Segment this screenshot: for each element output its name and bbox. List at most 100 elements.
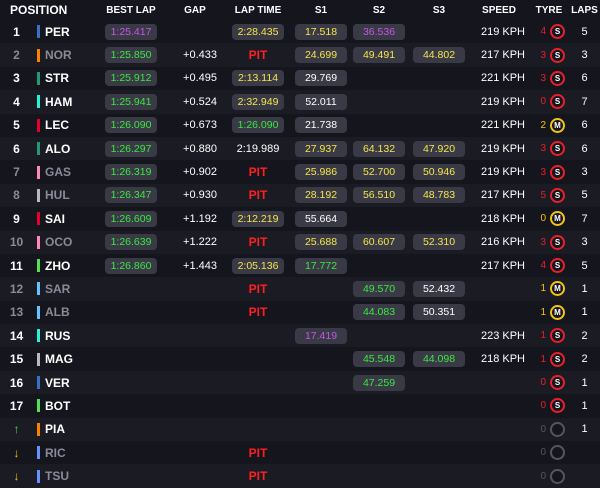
table-row[interactable]: ↓ RIC PIT 0: [0, 441, 600, 465]
tyre-cell: 5S: [529, 187, 569, 203]
team-color-bar: [37, 422, 40, 436]
header-position[interactable]: POSITION: [0, 3, 95, 17]
driver-cell: GAS: [33, 165, 95, 179]
table-row[interactable]: 12 SAR PIT 49.570 52.432 1 M 1: [0, 277, 600, 301]
best-lap-cell: 1:25.417: [95, 23, 167, 40]
table-row[interactable]: 4 HAM 1:25.941 +0.524 2:32.949 52.011 219 KPH 0…: [0, 90, 600, 114]
team-color-bar: [37, 118, 40, 132]
best-lap-value: 1:26.609: [105, 210, 157, 227]
best-lap-value: 1:25.912: [105, 70, 157, 87]
position-cell: 11: [0, 259, 33, 273]
soft-tyre-icon: S: [550, 258, 565, 274]
tyre-cell: 3S: [529, 70, 569, 86]
header-s3[interactable]: S3: [409, 5, 469, 16]
table-row[interactable]: 8 HUL 1:26.347 +0.930 PIT 28.192 56.510 48.783 2…: [0, 183, 600, 208]
gap-value: +0.433: [183, 49, 217, 62]
table-row[interactable]: 13 ALB PIT 44.083 50.351 1 M 1: [0, 300, 600, 325]
table-row[interactable]: ↑ PIA 0 1: [0, 417, 600, 442]
laps-value: 1: [581, 423, 588, 436]
best-lap-value: 1:26.347: [105, 187, 157, 204]
table-row[interactable]: 7 GAS 1:26.319 +0.902 PIT 25.986 52.700 50.946 2…: [0, 160, 600, 184]
pit-indicator: PIT: [248, 445, 268, 460]
table-row[interactable]: 9 SAI 1:26.609 +1.192 2:12.219 55.664 218 KPH 0…: [0, 207, 600, 231]
gap-cell: +0.673: [167, 119, 223, 131]
speed-value: 219 KPH: [480, 25, 525, 38]
laps-value: 1: [581, 399, 588, 412]
header-laps[interactable]: LAPS: [569, 5, 600, 16]
speed-value: 219 KPH: [480, 142, 525, 155]
table-row[interactable]: 16 VER 47.259 0 S 1: [0, 370, 600, 395]
tyre-cell: 0S: [529, 375, 569, 391]
position-number: 8: [13, 188, 20, 203]
sector1-cell: 24.699: [293, 47, 349, 64]
speed-value: 217 KPH: [480, 49, 525, 62]
sector2-cell: 45.548: [349, 351, 409, 368]
soft-tyre-icon: S: [550, 70, 565, 86]
lap-time-cell: PIT: [223, 305, 293, 319]
best-lap-cell: 1:26.639: [95, 234, 167, 251]
sector1-value: 29.769: [295, 70, 347, 87]
position-cell: ↓: [0, 446, 33, 460]
table-row[interactable]: 17 BOT 0 S 1: [0, 394, 600, 418]
header-tyre[interactable]: TYRE: [529, 5, 569, 16]
tyre-age: 4: [540, 26, 546, 38]
lap-time-value: 2:32.949: [232, 93, 284, 110]
timing-board: POSITION BEST LAP GAP LAP TIME S1 S2 S3 …: [0, 0, 600, 488]
table-row[interactable]: 1 PER 1:25.417 2:28.435 17.518 36.536 219 KPH 4…: [0, 20, 600, 44]
tyre-age: 0: [540, 423, 546, 435]
table-row[interactable]: 14 RUS 17.419 223 KPH 1 S 2: [0, 324, 600, 348]
table-row[interactable]: 3 STR 1:25.912 +0.495 2:13.114 29.769 221 KPH 3…: [0, 66, 600, 91]
table-row[interactable]: 5 LEC 1:26.090 +0.673 1:26.090 21.738 221 KPH 2…: [0, 113, 600, 137]
table-row[interactable]: 10 OCO 1:26.639 +1.222 PIT 25.688 60.607 52.310…: [0, 230, 600, 254]
position-down-icon: ↓: [13, 469, 20, 484]
best-lap-cell: 1:25.850: [95, 47, 167, 64]
lap-time-value: 2:13.114: [232, 70, 284, 87]
header-speed[interactable]: SPEED: [469, 5, 529, 16]
header-best-lap[interactable]: BEST LAP: [95, 5, 167, 16]
header-lap-time[interactable]: LAP TIME: [223, 5, 293, 16]
header-s1[interactable]: S1: [293, 5, 349, 16]
driver-code: ALO: [45, 141, 71, 156]
driver-cell: PIA: [33, 422, 95, 436]
position-cell: 2: [0, 48, 33, 62]
position-cell: 1: [0, 25, 33, 39]
pit-indicator: PIT: [248, 48, 268, 63]
tyre-cell: 3S: [529, 234, 569, 250]
header-gap[interactable]: GAP: [167, 5, 223, 16]
position-cell: 14: [0, 329, 33, 343]
team-color-bar: [37, 282, 40, 296]
tyre-age: 4: [540, 260, 546, 272]
header-s2[interactable]: S2: [349, 5, 409, 16]
position-cell: 16: [0, 376, 33, 390]
tyre-age: 1: [540, 283, 546, 295]
table-row[interactable]: ↓ TSU PIT 0: [0, 464, 600, 488]
driver-code: RUS: [45, 328, 71, 343]
sector1-value: 21.738: [295, 117, 347, 134]
table-row[interactable]: 11 ZHO 1:26.860 +1.443 2:05.136 17.772 217 KPH…: [0, 253, 600, 278]
pit-indicator: PIT: [248, 165, 268, 180]
table-row[interactable]: 6 ALO 1:26.297 +0.880 2:19.989 27.937 64.132 47…: [0, 136, 600, 161]
lap-time-value: 1:26.090: [232, 117, 284, 134]
soft-tyre-icon: S: [550, 24, 565, 40]
driver-code: MAG: [45, 352, 73, 367]
speed-cell: 219 KPH: [469, 143, 529, 155]
table-row[interactable]: 15 MAG 45.548 44.098 218 KPH 1 S 2: [0, 347, 600, 371]
soft-tyre-icon: S: [550, 141, 565, 157]
driver-cell: SAI: [33, 212, 95, 226]
sector3-value: 44.802: [413, 47, 465, 64]
unknown-tyre-icon: [550, 468, 565, 484]
sector2-value: 56.510: [353, 187, 405, 204]
sector3-value: 50.946: [413, 164, 465, 181]
position-cell: 8: [0, 188, 33, 202]
position-number: 12: [9, 281, 24, 296]
tyre-age: 5: [540, 189, 546, 201]
sector2-cell: 49.570: [349, 280, 409, 297]
gap-cell: +1.192: [167, 213, 223, 225]
driver-code: TSU: [45, 469, 69, 484]
position-cell: 13: [0, 305, 33, 319]
table-row[interactable]: 2 NOR 1:25.850 +0.433 PIT 24.699 49.491 44.802 2…: [0, 43, 600, 67]
best-lap-cell: 1:26.297: [95, 140, 167, 157]
laps-cell: 5: [569, 26, 600, 38]
best-lap-value: 1:26.639: [105, 234, 157, 251]
lap-time-cell: 2:12.219: [223, 210, 293, 227]
